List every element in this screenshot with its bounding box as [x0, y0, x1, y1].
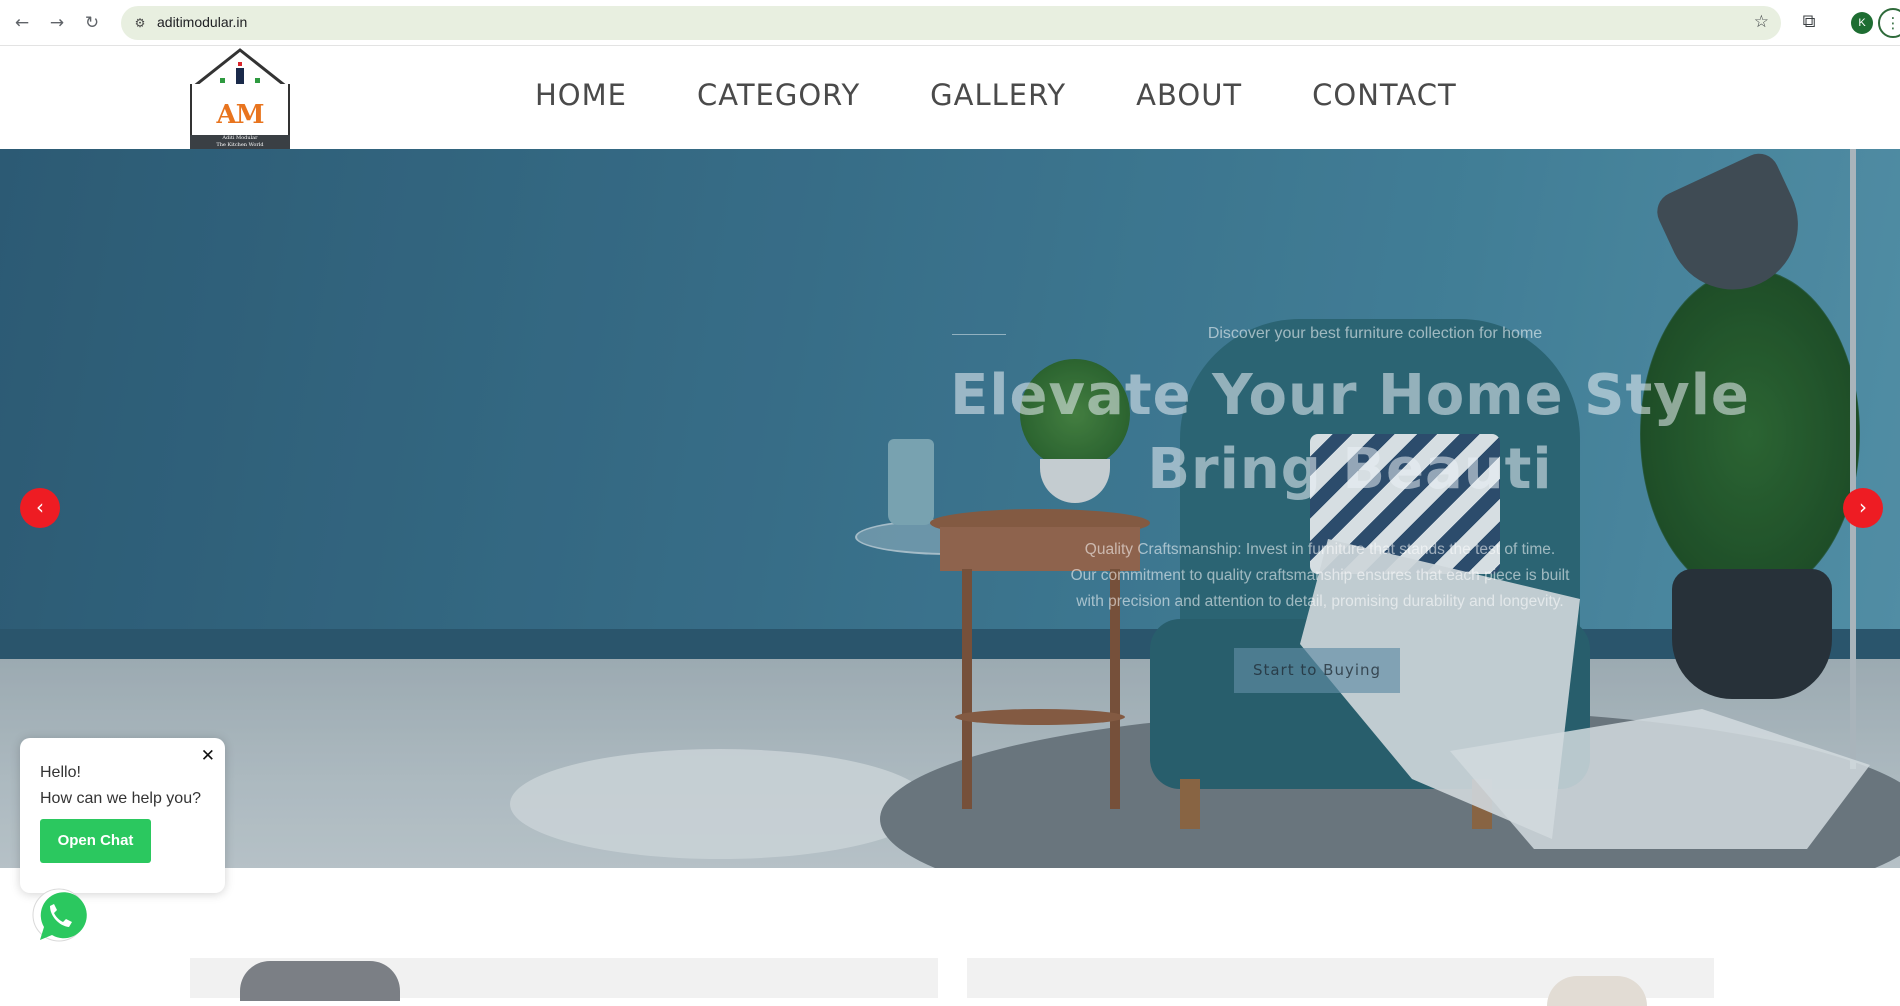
slider-prev-button[interactable]: ‹ [20, 488, 60, 528]
chat-greeting-line2: How can we help you? [40, 790, 201, 807]
site-logo[interactable]: AM Aditi Modular The Kitchen World [190, 48, 290, 149]
nav-about[interactable]: ABOUT [1136, 75, 1242, 115]
forward-arrow-icon[interactable]: → [45, 11, 69, 35]
nav-contact[interactable]: CONTACT [1312, 75, 1457, 115]
logo-line2: The Kitchen World [216, 142, 264, 148]
nav-home[interactable]: HOME [535, 75, 627, 115]
extensions-icon[interactable]: ⧉ [1797, 11, 1821, 35]
browser-toolbar: ← → ↻ ⚙ aditimodular.in ☆ ⧉ K ⋮ [0, 0, 1900, 46]
close-icon[interactable]: ✕ [201, 748, 215, 765]
logo-line1: Aditi Modular [222, 135, 258, 141]
chevron-right-icon: › [1859, 495, 1867, 519]
chair-image [1547, 976, 1647, 1006]
chat-popup: ✕ Hello! How can we help you? Open Chat [20, 738, 225, 893]
logo-tagline: Aditi Modular The Kitchen World [190, 135, 290, 149]
whatsapp-icon[interactable] [28, 886, 90, 948]
hero-desc-line1: Quality Craftsmanship: Invest in furnitu… [1084, 541, 1556, 558]
back-arrow-icon[interactable]: ← [10, 11, 34, 35]
product-card[interactable] [967, 958, 1714, 1006]
browser-menu-icon[interactable]: ⋮ [1878, 8, 1900, 38]
open-chat-button[interactable]: Open Chat [40, 819, 151, 863]
hero-description: Quality Craftsmanship: Invest in furnitu… [1030, 537, 1610, 615]
logo-roof-icon [190, 48, 290, 88]
url-text[interactable]: aditimodular.in [157, 14, 247, 30]
address-bar[interactable]: ⚙ aditimodular.in ☆ [121, 6, 1781, 40]
product-card[interactable] [190, 958, 938, 1001]
nav-category[interactable]: CATEGORY [697, 75, 860, 115]
hero-title-line1: Elevate Your Home Style [950, 363, 1750, 428]
hero-title: Elevate Your Home Style Bring Beauti [900, 359, 1800, 507]
bookmark-star-icon[interactable]: ☆ [1754, 12, 1769, 32]
site-info-icon[interactable]: ⚙ [131, 14, 149, 32]
hero-desc-line3: with precision and attention to detail, … [1076, 593, 1564, 610]
chevron-left-icon: ‹ [36, 495, 44, 519]
site-header: AM Aditi Modular The Kitchen World HOME … [0, 47, 1900, 149]
hero-content: Discover your best furniture collection … [900, 149, 1800, 868]
hero-title-line2: Bring Beauti [1147, 437, 1553, 502]
reload-icon[interactable]: ↻ [80, 11, 104, 35]
main-navigation: HOME CATEGORY GALLERY ABOUT CONTACT [535, 75, 1527, 115]
chat-greeting-line1: Hello! [40, 764, 81, 781]
chair-image [240, 961, 400, 1001]
slider-next-button[interactable]: › [1843, 488, 1883, 528]
profile-avatar[interactable]: K [1851, 12, 1873, 34]
chat-greeting: Hello! How can we help you? [40, 760, 201, 812]
hero-desc-line2: Our commitment to quality craftsmanship … [1070, 567, 1570, 584]
nav-gallery[interactable]: GALLERY [930, 75, 1066, 115]
hero-slider: Discover your best furniture collection … [0, 149, 1900, 868]
start-buying-button[interactable]: Start to Buying [1234, 648, 1400, 693]
logo-monogram: AM [216, 100, 265, 130]
hero-kicker: Discover your best furniture collection … [1207, 325, 1543, 342]
